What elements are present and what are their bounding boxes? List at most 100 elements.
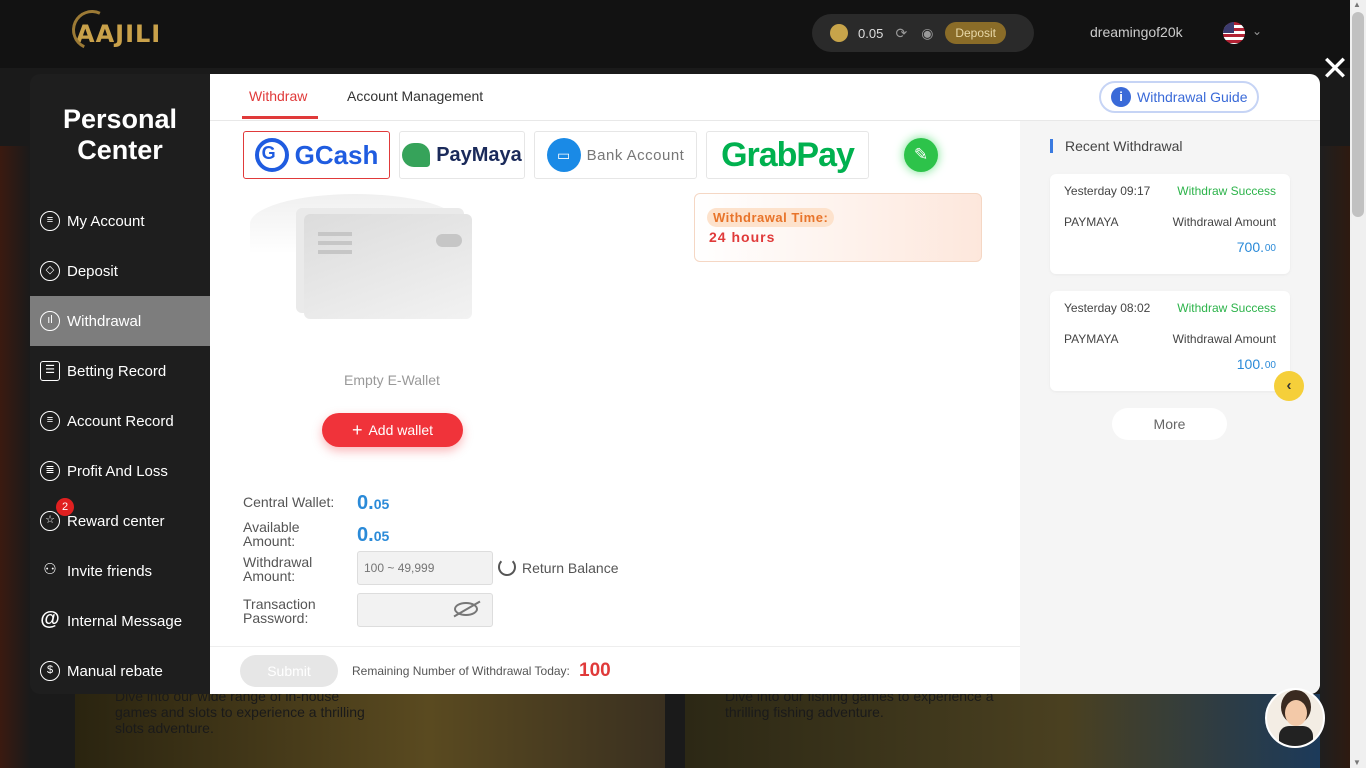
chevron-left-icon[interactable]: ‹ <box>1274 371 1304 401</box>
wallet-icon[interactable]: ◉ <box>919 25 935 41</box>
sidebar-item-invite-friends[interactable]: ⚇ Invite friends <box>30 546 210 596</box>
grabpay-label: GrabPay <box>721 135 855 174</box>
user-icon: ≡ <box>40 211 60 231</box>
available-label-line2: Amount: <box>243 533 296 549</box>
sidebar-title: Personal Center <box>30 104 210 166</box>
gcash-option[interactable]: GCash <box>243 131 390 179</box>
record-amount: 100. <box>1236 356 1264 372</box>
sidebar-item-withdrawal[interactable]: ıl Withdrawal <box>30 296 210 346</box>
available-dec: 05 <box>373 528 390 544</box>
slots-banner[interactable]: Dive into our wide range of in-house gam… <box>75 688 665 768</box>
available-amount-label: Available Amount: <box>243 520 300 548</box>
bank-account-label: Bank Account <box>586 146 685 164</box>
recent-withdrawal-card: Yesterday 08:02 Withdraw Success PAYMAYA… <box>1050 291 1290 391</box>
amount-label-line2: Amount: <box>243 568 296 584</box>
sidebar-item-internal-message[interactable]: @ Internal Message <box>30 596 210 646</box>
withdrawal-amount-input[interactable] <box>357 551 493 585</box>
balance-box: 0.05 ⟳ ◉ Deposit <box>812 14 1034 52</box>
gcash-label: GCash <box>294 139 379 170</box>
withdrawal-guide-label: Withdrawal Guide <box>1137 89 1248 105</box>
us-flag-icon[interactable] <box>1223 22 1245 44</box>
sidebar-item-betting-record[interactable]: ☰ Betting Record <box>30 346 210 396</box>
withdrawal-time-value: 24 hours <box>709 229 776 245</box>
bank-account-option[interactable]: ▭ Bank Account <box>534 131 697 179</box>
sidebar-item-label: Profit And Loss <box>67 462 168 480</box>
username[interactable]: dreamingof20k <box>1090 24 1183 40</box>
sidebar-item-label: Deposit <box>67 262 118 280</box>
recent-withdrawal-card: Yesterday 09:17 Withdraw Success PAYMAYA… <box>1050 174 1290 274</box>
sidebar-item-deposit[interactable]: ◇ Deposit <box>30 246 210 296</box>
sidebar-item-reward-center[interactable]: ☆ 2 Reward center <box>30 496 210 546</box>
sidebar-title-line1: Personal <box>62 104 178 134</box>
scroll-up-icon[interactable]: ▲ <box>1353 0 1361 9</box>
chart-icon: ≣ <box>40 461 60 481</box>
eye-slash-icon[interactable] <box>454 602 478 616</box>
submit-button[interactable]: Submit <box>240 655 338 687</box>
site-logo[interactable]: AAJILI <box>66 4 161 56</box>
recent-withdrawal-panel: Recent Withdrawal Yesterday 09:17 Withdr… <box>1020 121 1320 694</box>
customer-support-avatar[interactable] <box>1265 688 1325 748</box>
background-left <box>0 146 30 768</box>
info-icon: i <box>1111 87 1131 107</box>
tab-account-management[interactable]: Account Management <box>347 88 483 104</box>
withdrawal-time-label: Withdrawal Time: <box>707 208 835 227</box>
tab-bar: Withdraw Account Management i Withdrawal… <box>210 74 1320 121</box>
close-icon[interactable]: ✕ <box>1320 52 1350 86</box>
at-icon: @ <box>40 608 60 630</box>
refresh-icon[interactable] <box>498 558 516 576</box>
card-chip-decoration <box>436 234 462 247</box>
header-deposit-button[interactable]: Deposit <box>945 22 1006 44</box>
record-time: Yesterday 08:02 <box>1064 301 1151 315</box>
active-tab-indicator <box>242 116 318 119</box>
withdrawal-time-box: Withdrawal Time: 24 hours <box>694 193 982 262</box>
add-wallet-label: Add wallet <box>368 422 434 438</box>
sidebar-item-account-record[interactable]: ≡ Account Record <box>30 396 210 446</box>
refresh-balance-icon[interactable]: ⟳ <box>893 25 909 41</box>
paymaya-label: PayMaya <box>436 143 522 166</box>
central-wallet-int: 0. <box>357 492 374 514</box>
chevron-down-icon[interactable]: ⌄ <box>1252 24 1262 38</box>
withdraw-panel: Withdraw Account Management i Withdrawal… <box>210 74 1320 694</box>
sidebar-item-label: Manual rebate <box>67 662 163 680</box>
withdrawal-icon: ıl <box>40 311 60 331</box>
available-amount-value: 0.05 <box>357 524 389 547</box>
sidebar-item-label: Internal Message <box>67 612 183 630</box>
more-button[interactable]: More <box>1112 408 1227 440</box>
sidebar-item-my-account[interactable]: ≡ My Account <box>30 196 210 246</box>
central-wallet-label: Central Wallet: <box>243 494 335 510</box>
grabpay-option[interactable]: GrabPay <box>706 131 869 179</box>
add-wallet-button[interactable]: + Add wallet <box>322 413 463 447</box>
sidebar-item-label: My Account <box>67 212 145 230</box>
sidebar-item-manual-rebate[interactable]: $ Manual rebate <box>30 646 210 696</box>
sidebar-item-profit-and-loss[interactable]: ≣ Profit And Loss <box>30 446 210 496</box>
transaction-password-label: Transaction Password: <box>243 597 316 625</box>
remaining-withdrawals-label: Remaining Number of Withdrawal Today: <box>352 664 570 678</box>
withdrawal-amount-label: Withdrawal Amount: <box>243 555 312 583</box>
remaining-withdrawals-value: 100 <box>579 660 611 681</box>
personal-center-sidebar: Personal Center ≡ My Account ◇ Deposit ı… <box>30 74 210 694</box>
sidebar-item-label: Reward center <box>67 512 165 530</box>
rebate-icon: $ <box>40 661 60 681</box>
bank-card-icon: ▭ <box>546 138 581 172</box>
record-amount-label: Withdrawal Amount <box>1172 215 1276 229</box>
coin-icon <box>830 24 848 42</box>
scrollbar-thumb[interactable] <box>1352 12 1364 217</box>
tab-withdraw[interactable]: Withdraw <box>249 88 307 104</box>
gcash-logo-icon <box>254 138 289 172</box>
central-wallet-value: 0.05 <box>357 492 389 515</box>
sidebar-item-label: Account Record <box>67 412 174 430</box>
withdrawal-guide-button[interactable]: i Withdrawal Guide <box>1099 81 1259 113</box>
record-amount-label: Withdrawal Amount <box>1172 332 1276 346</box>
list-icon: ≡ <box>40 411 60 431</box>
scroll-down-icon[interactable]: ▼ <box>1353 758 1361 767</box>
password-label-line2: Password: <box>243 610 309 626</box>
invite-icon: ⚇ <box>43 561 57 578</box>
return-balance-link[interactable]: Return Balance <box>522 560 619 576</box>
sidebar-item-label: Withdrawal <box>67 312 142 330</box>
record-amount-cents: 00 <box>1264 243 1276 254</box>
edit-wallet-icon[interactable]: ✎ <box>904 138 938 172</box>
sidebar-item-label: Betting Record <box>67 362 167 380</box>
paymaya-option[interactable]: PayMaya <box>399 131 525 179</box>
sidebar-menu: ≡ My Account ◇ Deposit ıl Withdrawal ☰ B… <box>30 196 210 696</box>
fishing-banner[interactable]: Dive into our fishing games to experienc… <box>685 688 1320 768</box>
